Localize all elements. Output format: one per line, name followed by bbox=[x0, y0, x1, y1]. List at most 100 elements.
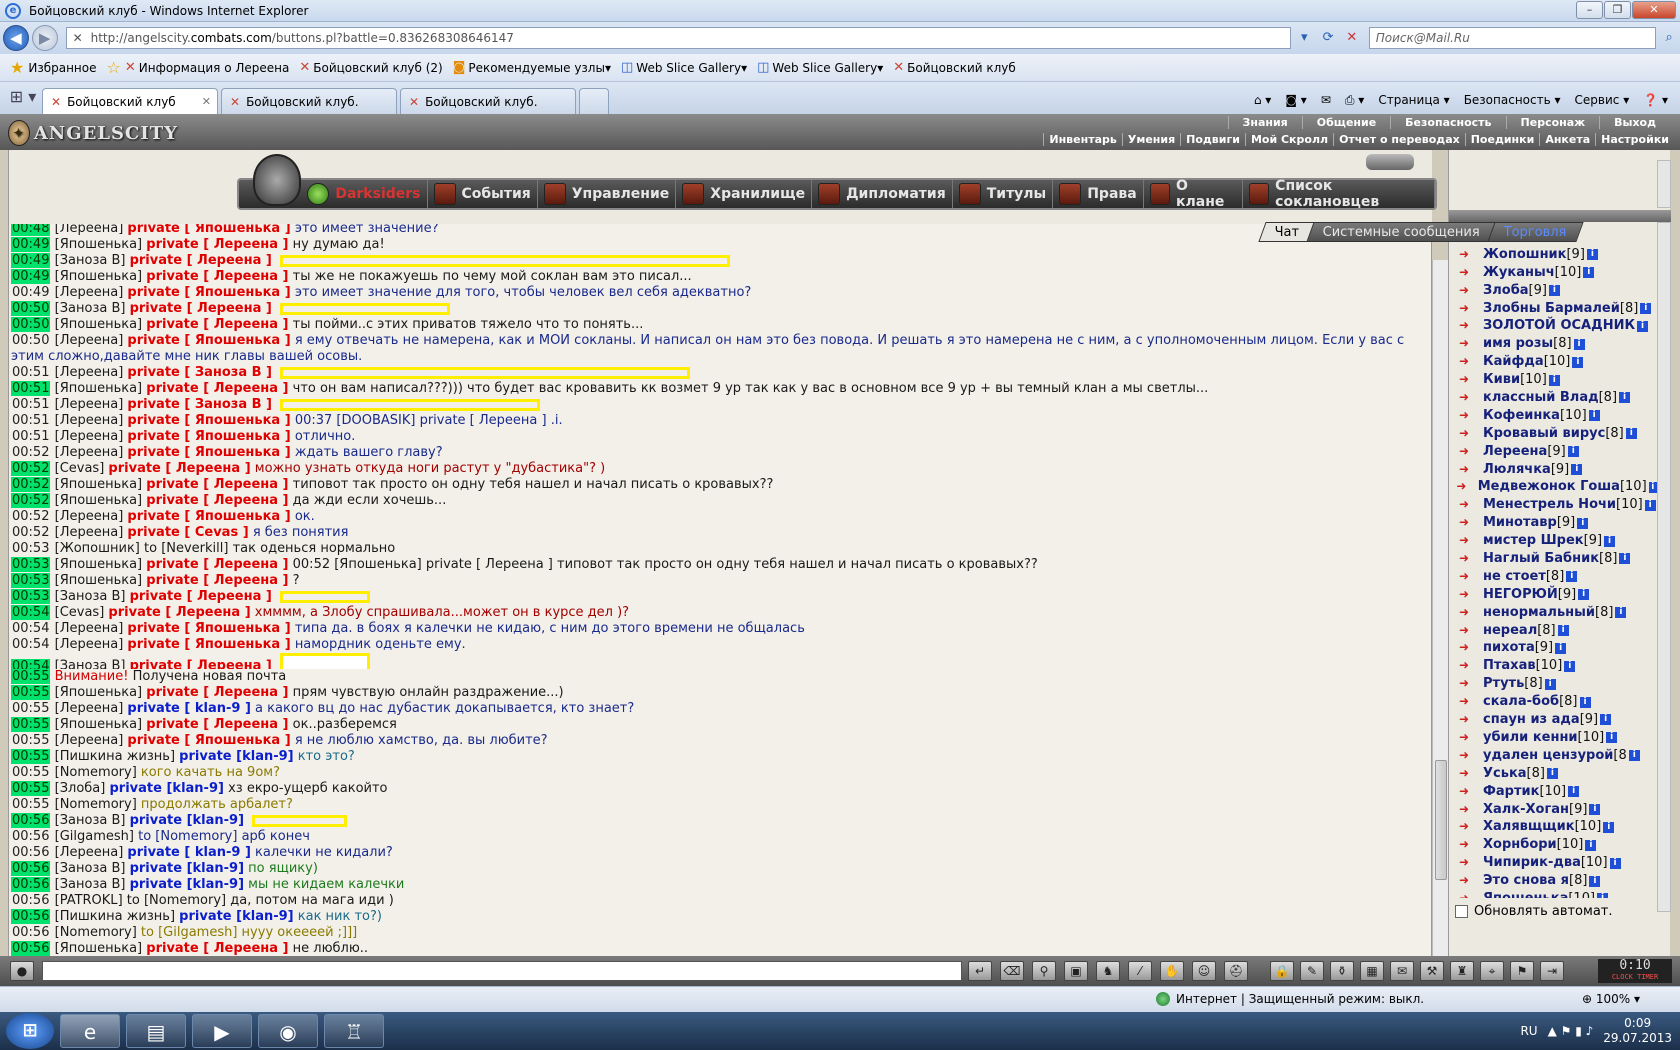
chat-nick[interactable]: Заноза В bbox=[60, 861, 121, 876]
info-icon[interactable]: i bbox=[1564, 660, 1576, 672]
user-name[interactable]: Халявщщик bbox=[1483, 818, 1575, 836]
help-icon[interactable]: ❓ ▾ bbox=[1643, 93, 1668, 107]
chat-timestamp[interactable]: 00:52 bbox=[11, 525, 50, 540]
info-icon[interactable]: i bbox=[1615, 607, 1627, 619]
info-icon[interactable]: i bbox=[1609, 857, 1621, 869]
chat-timestamp[interactable]: 00:53 bbox=[11, 557, 51, 572]
menu-duels[interactable]: Поединки bbox=[1464, 133, 1540, 146]
close-window-button[interactable]: ✕ bbox=[1632, 1, 1676, 19]
clan-item-events[interactable]: События bbox=[428, 180, 538, 208]
tray-clock[interactable]: 0:09 29.07.2013 bbox=[1603, 1016, 1672, 1046]
invite-arrow-icon[interactable]: ➜ bbox=[1453, 818, 1475, 836]
user-row[interactable]: ➜ классный Влад [8] i bbox=[1453, 389, 1657, 407]
user-name[interactable]: Чипирик-два bbox=[1483, 854, 1581, 872]
helmet-icon[interactable]: ⛑ bbox=[1224, 961, 1248, 981]
user-row[interactable]: ➜ Менестрель Ночи [10] i bbox=[1453, 496, 1657, 514]
maximize-button[interactable]: ❐ bbox=[1604, 1, 1631, 19]
note-icon[interactable]: ✉ bbox=[1390, 961, 1414, 981]
chat-nick[interactable]: Япошенька bbox=[60, 237, 137, 252]
chat-nick[interactable]: Лереена bbox=[60, 429, 119, 444]
user-name[interactable]: Кофеинка bbox=[1483, 407, 1560, 425]
user-row[interactable]: ➜ Уська [8] i bbox=[1453, 765, 1657, 783]
chat-nick[interactable]: Япошенька bbox=[60, 717, 137, 732]
user-name[interactable]: скала-боб bbox=[1483, 693, 1559, 711]
user-row[interactable]: ➜ Фартик [10] i bbox=[1453, 783, 1657, 801]
private-recipient[interactable]: private [ Лереена ] bbox=[130, 589, 272, 604]
chat-timestamp[interactable]: 00:50 bbox=[11, 333, 50, 348]
chat-nick[interactable]: Лереена bbox=[60, 224, 119, 236]
user-row[interactable]: ➜ Хорнбори [10] i bbox=[1453, 836, 1657, 854]
chat-nick[interactable]: Заноза В bbox=[60, 589, 121, 604]
fighter-icon[interactable]: ♞ bbox=[1096, 961, 1120, 981]
private-recipient[interactable]: private [ Лереена ] bbox=[146, 941, 288, 956]
favorites-button[interactable]: ★ Избранное bbox=[10, 58, 97, 77]
invite-arrow-icon[interactable]: ➜ bbox=[1453, 443, 1475, 461]
invite-arrow-icon[interactable]: ➜ bbox=[1453, 335, 1475, 353]
chat-timestamp[interactable]: 00:56 bbox=[11, 893, 50, 908]
user-name[interactable]: Птахав bbox=[1483, 657, 1536, 675]
menu-my-scroll[interactable]: Мой Скролл bbox=[1244, 133, 1333, 146]
user-row[interactable]: ➜ Япошенька[10]i bbox=[1453, 890, 1657, 898]
minimize-button[interactable]: – bbox=[1576, 1, 1603, 19]
menu-transfers[interactable]: Отчет о переводах bbox=[1333, 133, 1465, 146]
private-recipient[interactable]: private [ Япошенька ] bbox=[127, 285, 290, 300]
invite-arrow-icon[interactable]: ➜ bbox=[1453, 568, 1475, 586]
taskbar-explorer-icon[interactable]: ▤ bbox=[126, 1014, 186, 1048]
address-dropdown-icon[interactable]: ▾ bbox=[1293, 27, 1315, 49]
chat-timestamp[interactable]: 00:52 bbox=[11, 493, 51, 508]
invite-arrow-icon[interactable]: ➜ bbox=[1453, 478, 1470, 496]
private-recipient[interactable]: private [ Cevas ] bbox=[127, 525, 248, 540]
chat-timestamp[interactable]: 00:56 bbox=[11, 909, 51, 924]
chat-nick[interactable]: Cevas bbox=[60, 461, 100, 476]
private-recipient[interactable]: private [ Япошенька ] bbox=[127, 445, 290, 460]
chat-nick[interactable]: PATROKL bbox=[60, 893, 118, 908]
safety-menu[interactable]: Безопасность ▾ bbox=[1464, 93, 1561, 107]
quick-tabs-icon[interactable]: ⊞ ▾ bbox=[8, 87, 38, 111]
user-row[interactable]: ➜ мистер Шрек [9] i bbox=[1453, 532, 1657, 550]
users-scrollbar[interactable] bbox=[1657, 222, 1671, 912]
info-icon[interactable]: i bbox=[1544, 678, 1556, 690]
info-icon[interactable]: i bbox=[1589, 803, 1601, 815]
home-icon[interactable]: ⌂ ▾ bbox=[1254, 93, 1271, 107]
user-name[interactable]: Жуканыч bbox=[1483, 264, 1555, 282]
feeds-icon[interactable]: ◙ ▾ bbox=[1285, 93, 1306, 107]
chat-timestamp[interactable]: 00:49 bbox=[11, 285, 50, 300]
chat-nick[interactable]: Nomemory bbox=[60, 797, 132, 812]
info-icon[interactable]: i bbox=[1619, 553, 1631, 565]
info-icon[interactable]: i bbox=[1548, 285, 1560, 297]
user-name[interactable]: мистер Шрек bbox=[1483, 532, 1584, 550]
menu-security[interactable]: Безопасность bbox=[1390, 116, 1505, 129]
chat-nick[interactable]: Заноза В bbox=[60, 813, 121, 828]
user-row[interactable]: ➜ Птахав [10] i bbox=[1453, 657, 1657, 675]
invite-arrow-icon[interactable]: ➜ bbox=[1453, 532, 1475, 550]
private-clan[interactable]: private [klan-9] bbox=[110, 781, 224, 796]
chat-timestamp[interactable]: 00:54 bbox=[11, 658, 51, 669]
chat-nick[interactable]: Пишкина жизнь bbox=[60, 909, 170, 924]
clan-item-titles[interactable]: Титулы bbox=[953, 180, 1054, 208]
tools-icon[interactable]: ⚒ bbox=[1420, 961, 1444, 981]
chat-timestamp[interactable]: 00:51 bbox=[11, 397, 50, 412]
chat-timestamp[interactable]: 00:56 bbox=[11, 925, 50, 940]
invite-arrow-icon[interactable]: ➜ bbox=[1453, 747, 1475, 765]
invite-arrow-icon[interactable]: ➜ bbox=[1453, 389, 1475, 407]
chat-timestamp[interactable]: 00:51 bbox=[11, 429, 50, 444]
chat-timestamp[interactable]: 00:51 bbox=[11, 365, 50, 380]
fav-item-club[interactable]: ✕ Бойцовский клуб bbox=[893, 60, 1016, 75]
info-icon[interactable]: i bbox=[1589, 875, 1601, 887]
private-recipient[interactable]: private [ Япошенька ] bbox=[127, 333, 290, 348]
user-name[interactable]: Ртуть bbox=[1483, 675, 1524, 693]
invite-arrow-icon[interactable]: ➜ bbox=[1453, 622, 1475, 640]
private-recipient[interactable]: private [ Лереена ] bbox=[146, 269, 288, 284]
chat-timestamp[interactable]: 00:55 bbox=[11, 749, 51, 764]
chat-nick[interactable]: Япошенька bbox=[60, 493, 137, 508]
chat-nick[interactable]: Лереена bbox=[60, 845, 119, 860]
smile-icon[interactable]: ☺ bbox=[1192, 961, 1216, 981]
tab-2[interactable]: ✕ Бойцовский клуб. bbox=[221, 88, 397, 114]
chat-timestamp[interactable]: 00:48 bbox=[11, 224, 51, 236]
chat-timestamp[interactable]: 00:56 bbox=[11, 845, 50, 860]
chat-nick[interactable]: Япошенька bbox=[60, 381, 137, 396]
info-icon[interactable]: i bbox=[1603, 821, 1615, 833]
private-recipient[interactable]: private [ Япошенька ] bbox=[127, 733, 290, 748]
new-tab-button[interactable] bbox=[579, 88, 609, 114]
chat-timestamp[interactable]: 00:55 bbox=[11, 701, 50, 716]
